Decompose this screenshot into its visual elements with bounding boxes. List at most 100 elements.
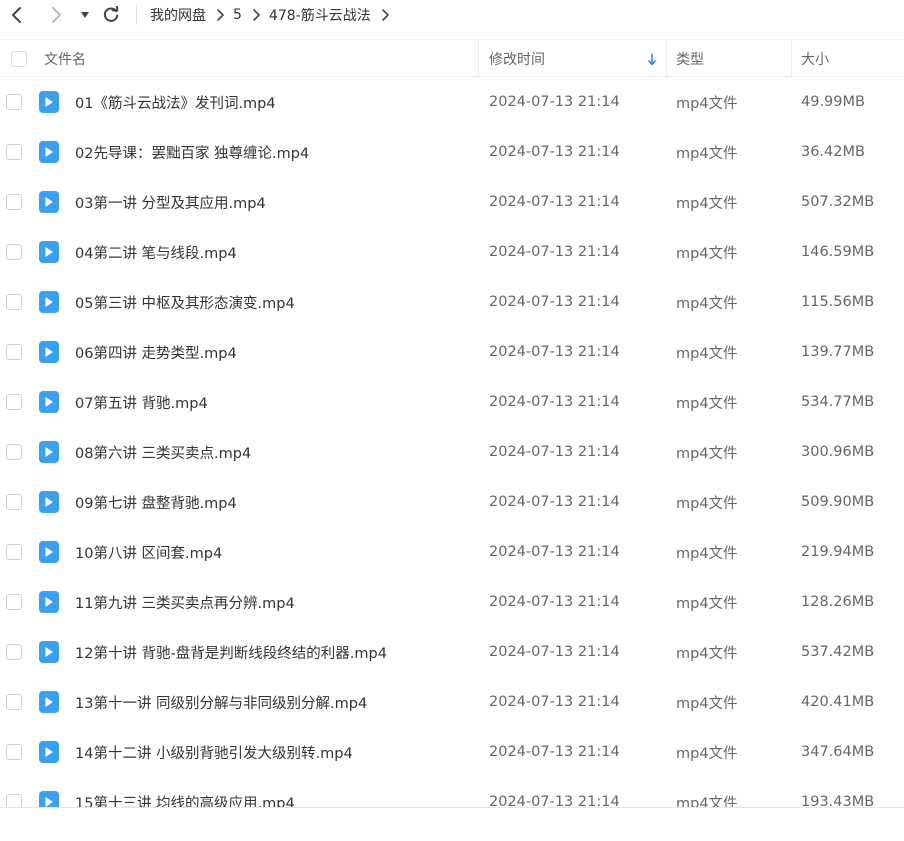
row-checkbox[interactable] xyxy=(6,544,22,560)
file-name[interactable]: 06第四讲 走势类型.mp4 xyxy=(75,327,237,377)
video-file-icon xyxy=(39,777,59,807)
row-checkbox-cell xyxy=(6,277,22,327)
file-modified-time: 2024-07-13 21:14 xyxy=(489,194,620,210)
row-checkbox[interactable] xyxy=(6,694,22,710)
file-size: 507.32MB xyxy=(801,194,875,210)
file-name[interactable]: 03第一讲 分型及其应用.mp4 xyxy=(75,177,266,227)
row-checkbox-cell xyxy=(6,577,22,627)
file-name[interactable]: 02先导课：罢黜百家 独尊缠论.mp4 xyxy=(75,127,309,177)
column-divider[interactable] xyxy=(666,40,667,78)
refresh-button[interactable] xyxy=(99,4,123,26)
file-row[interactable]: 11第九讲 三类买卖点再分辨.mp4 2024-07-13 21:14 mp4文… xyxy=(0,577,904,627)
file-name[interactable]: 08第六讲 三类买卖点.mp4 xyxy=(75,427,251,477)
file-size: 219.94MB xyxy=(801,544,875,560)
file-name[interactable]: 10第八讲 区间套.mp4 xyxy=(75,527,222,577)
file-row[interactable]: 02先导课：罢黜百家 独尊缠论.mp4 2024-07-13 21:14 mp4… xyxy=(0,127,904,177)
file-name[interactable]: 01《筋斗云战法》发刊词.mp4 xyxy=(75,77,276,127)
row-checkbox[interactable] xyxy=(6,144,22,160)
file-modified-time: 2024-07-13 21:14 xyxy=(489,244,620,260)
breadcrumb-item-folder[interactable]: 5 xyxy=(233,7,242,23)
breadcrumb-item-current[interactable]: 478-筋斗云战法 xyxy=(269,5,371,25)
column-divider[interactable] xyxy=(478,40,479,78)
row-checkbox[interactable] xyxy=(6,444,22,460)
file-row[interactable]: 08第六讲 三类买卖点.mp4 2024-07-13 21:14 mp4文件 3… xyxy=(0,427,904,477)
file-modified-time: 2024-07-13 21:14 xyxy=(489,394,620,410)
row-checkbox[interactable] xyxy=(6,794,22,807)
row-checkbox-cell xyxy=(6,327,22,377)
file-name[interactable]: 07第五讲 背驰.mp4 xyxy=(75,377,208,427)
row-checkbox[interactable] xyxy=(6,244,22,260)
file-size: 534.77MB xyxy=(801,394,875,410)
history-dropdown-button[interactable] xyxy=(73,4,97,26)
caret-down-icon xyxy=(81,12,89,18)
column-header-modified[interactable]: 修改时间 xyxy=(489,40,545,78)
row-checkbox[interactable] xyxy=(6,644,22,660)
file-modified-time: 2024-07-13 21:14 xyxy=(489,144,620,160)
column-header-name[interactable]: 文件名 xyxy=(44,40,86,78)
video-file-icon xyxy=(39,77,59,127)
file-type: mp4文件 xyxy=(676,495,738,512)
file-size: 537.42MB xyxy=(801,644,875,660)
breadcrumb: 我的网盘 5 478-筋斗云战法 xyxy=(150,0,398,30)
file-size: 347.64MB xyxy=(801,744,875,760)
file-name[interactable]: 09第七讲 盘整背驰.mp4 xyxy=(75,477,237,527)
video-file-icon xyxy=(39,677,59,727)
row-checkbox[interactable] xyxy=(6,94,22,110)
video-file-icon xyxy=(39,327,59,377)
file-row[interactable]: 15第十三讲 均线的高级应用.mp4 2024-07-13 21:14 mp4文… xyxy=(0,777,904,807)
file-row[interactable]: 07第五讲 背驰.mp4 2024-07-13 21:14 mp4文件 534.… xyxy=(0,377,904,427)
column-divider[interactable] xyxy=(791,40,792,78)
row-checkbox-cell xyxy=(6,427,22,477)
row-checkbox[interactable] xyxy=(6,194,22,210)
video-file-icon xyxy=(39,377,59,427)
row-checkbox[interactable] xyxy=(6,494,22,510)
file-size: 36.42MB xyxy=(801,144,865,160)
row-checkbox-cell xyxy=(6,527,22,577)
select-all-checkbox[interactable] xyxy=(11,51,27,67)
toolbar-divider xyxy=(136,5,137,25)
column-header-size[interactable]: 大小 xyxy=(801,40,829,78)
breadcrumb-item-root[interactable]: 我的网盘 xyxy=(150,5,206,25)
file-row[interactable]: 12第十讲 背驰-盘背是判断线段终结的利器.mp4 2024-07-13 21:… xyxy=(0,627,904,677)
file-row[interactable]: 04第二讲 笔与线段.mp4 2024-07-13 21:14 mp4文件 14… xyxy=(0,227,904,277)
row-checkbox[interactable] xyxy=(6,744,22,760)
file-modified-time: 2024-07-13 21:14 xyxy=(489,594,620,610)
file-name[interactable]: 04第二讲 笔与线段.mp4 xyxy=(75,227,237,277)
file-name[interactable]: 14第十二讲 小级别背驰引发大级别转.mp4 xyxy=(75,727,353,777)
row-checkbox[interactable] xyxy=(6,344,22,360)
sort-down-arrow-icon[interactable] xyxy=(647,40,657,78)
row-checkbox-cell xyxy=(6,677,22,727)
row-checkbox[interactable] xyxy=(6,594,22,610)
chevron-right-icon xyxy=(216,9,224,21)
file-name[interactable]: 15第十三讲 均线的高级应用.mp4 xyxy=(75,777,295,808)
row-checkbox[interactable] xyxy=(6,294,22,310)
chevron-right-icon[interactable] xyxy=(381,9,389,21)
row-checkbox[interactable] xyxy=(6,394,22,410)
column-header-type[interactable]: 类型 xyxy=(676,40,704,78)
file-name[interactable]: 05第三讲 中枢及其形态演变.mp4 xyxy=(75,277,295,327)
file-row[interactable]: 13第十一讲 同级别分解与非同级别分解.mp4 2024-07-13 21:14… xyxy=(0,677,904,727)
video-file-icon xyxy=(39,727,59,777)
file-row[interactable]: 09第七讲 盘整背驰.mp4 2024-07-13 21:14 mp4文件 50… xyxy=(0,477,904,527)
file-name[interactable]: 12第十讲 背驰-盘背是判断线段终结的利器.mp4 xyxy=(75,627,387,677)
file-row[interactable]: 05第三讲 中枢及其形态演变.mp4 2024-07-13 21:14 mp4文… xyxy=(0,277,904,327)
file-modified-time: 2024-07-13 21:14 xyxy=(489,644,620,660)
row-checkbox-cell xyxy=(6,777,22,807)
file-size: 115.56MB xyxy=(801,294,875,310)
file-type: mp4文件 xyxy=(676,395,738,412)
file-row[interactable]: 06第四讲 走势类型.mp4 2024-07-13 21:14 mp4文件 13… xyxy=(0,327,904,377)
file-size: 146.59MB xyxy=(801,244,875,260)
forward-button[interactable] xyxy=(44,4,68,26)
file-name[interactable]: 11第九讲 三类买卖点再分辨.mp4 xyxy=(75,577,295,627)
file-name[interactable]: 13第十一讲 同级别分解与非同级别分解.mp4 xyxy=(75,677,367,727)
file-modified-time: 2024-07-13 21:14 xyxy=(489,344,620,360)
file-row[interactable]: 14第十二讲 小级别背驰引发大级别转.mp4 2024-07-13 21:14 … xyxy=(0,727,904,777)
refresh-icon xyxy=(103,6,119,22)
file-type: mp4文件 xyxy=(676,245,738,262)
video-file-icon xyxy=(39,627,59,677)
file-row[interactable]: 01《筋斗云战法》发刊词.mp4 2024-07-13 21:14 mp4文件 … xyxy=(0,77,904,127)
file-row[interactable]: 03第一讲 分型及其应用.mp4 2024-07-13 21:14 mp4文件 … xyxy=(0,177,904,227)
file-row[interactable]: 10第八讲 区间套.mp4 2024-07-13 21:14 mp4文件 219… xyxy=(0,527,904,577)
file-type: mp4文件 xyxy=(676,445,738,462)
back-button[interactable] xyxy=(5,4,29,26)
